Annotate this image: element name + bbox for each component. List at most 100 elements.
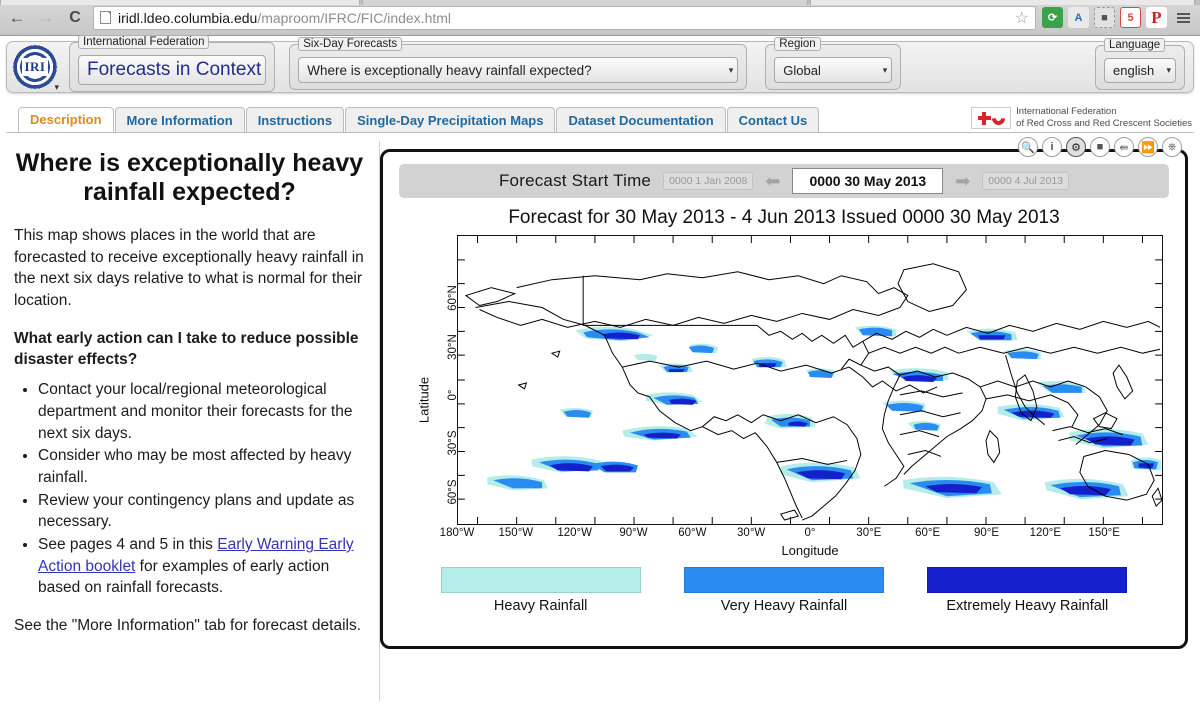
maproom-title[interactable]: Forecasts in Context bbox=[78, 55, 267, 85]
tab-single-day-precipitation-maps[interactable]: Single-Day Precipitation Maps bbox=[345, 107, 556, 132]
map-plot: Latitude 60°N 30°N 0° 30°S 60°S 180°W 15… bbox=[397, 235, 1171, 565]
forecast-start-time-control: Forecast Start Time 0000 1 Jan 2008 ⬅ 00… bbox=[399, 164, 1169, 198]
forecast-start-time-label: Forecast Start Time bbox=[498, 171, 652, 190]
reload-icon[interactable]: C bbox=[63, 6, 87, 30]
x-axis-tick-label: 120°W bbox=[557, 527, 592, 539]
ifrc-line-1: International Federation bbox=[1016, 106, 1117, 118]
browser-tabstrip bbox=[0, 0, 1200, 5]
tab-more-information[interactable]: More Information bbox=[114, 107, 245, 132]
language-select-value: english bbox=[1113, 62, 1155, 78]
ifrc-line-2: of Red Cross and Red Crescent Societies bbox=[1016, 118, 1192, 130]
settings-gear-icon[interactable]: ⚙ bbox=[1066, 137, 1086, 157]
address-bar[interactable]: iridl.ldeo.columbia.edu/maproom/IFRC/FIC… bbox=[93, 5, 1036, 30]
map-canvas[interactable] bbox=[457, 235, 1163, 525]
x-axis-tick-label: 0° bbox=[804, 527, 816, 539]
title-field-group: International Federation Forecasts in Co… bbox=[69, 35, 276, 92]
hamburger-menu-icon[interactable] bbox=[1172, 12, 1194, 23]
bookmark-star-icon[interactable]: ☆ bbox=[1015, 10, 1029, 27]
sync-extension-icon[interactable]: ⟳ bbox=[1042, 7, 1063, 28]
intro-paragraph: This map shows places in the world that … bbox=[14, 227, 364, 310]
list-item: Contact your local/regional meteorologic… bbox=[38, 379, 365, 444]
legend-label: Heavy Rainfall bbox=[493, 598, 588, 614]
language-legend: Language bbox=[1104, 37, 1166, 52]
time-range-max: 0000 4 Jul 2013 bbox=[982, 172, 1070, 190]
evernote-extension-icon[interactable]: ■ bbox=[1094, 7, 1115, 28]
chevron-down-icon: ▾ bbox=[1166, 64, 1171, 75]
iri-logo[interactable]: IRI bbox=[13, 45, 59, 93]
forecast-legend: Six-Day Forecasts bbox=[298, 37, 403, 51]
region-legend: Region bbox=[774, 37, 821, 51]
pinterest-extension-icon[interactable]: P bbox=[1146, 7, 1167, 28]
x-axis-tick-label: 90°E bbox=[973, 527, 1000, 539]
browser-tab[interactable] bbox=[0, 0, 360, 5]
time-range-min: 0000 1 Jan 2008 bbox=[663, 172, 754, 190]
red-crescent-icon bbox=[988, 108, 1008, 128]
browser-chrome: ← → C iridl.ldeo.columbia.edu/maproom/IF… bbox=[0, 0, 1200, 36]
legend-item: Heavy Rainfall bbox=[440, 567, 641, 614]
main-content: Where is exceptionally heavy rainfall ex… bbox=[0, 137, 1200, 701]
x-axis-tick-label: 60°W bbox=[678, 527, 707, 539]
legend-label: Very Heavy Rainfall bbox=[720, 598, 848, 614]
legend-swatch-heavy bbox=[440, 567, 641, 593]
ifrc-logo: International Federation of Red Cross an… bbox=[971, 106, 1192, 130]
early-action-list: Contact your local/regional meteorologic… bbox=[14, 379, 365, 599]
legend-item: Extremely Heavy Rainfall bbox=[927, 567, 1128, 614]
zoom-icon[interactable]: 🔍 bbox=[1018, 137, 1038, 157]
page-title: Where is exceptionally heavy rainfall ex… bbox=[15, 149, 364, 206]
x-axis-tick-label: 150°E bbox=[1088, 527, 1120, 539]
map-title: Forecast for 30 May 2013 - 4 Jun 2013 Is… bbox=[508, 207, 1060, 228]
back-arrow-icon[interactable]: ← bbox=[5, 6, 29, 30]
x-axis-label: Longitude bbox=[781, 543, 839, 558]
map-panel: Forecast Start Time 0000 1 Jan 2008 ⬅ 00… bbox=[380, 149, 1188, 649]
x-axis-tick-label: 90°W bbox=[619, 527, 648, 539]
y-axis-ticks: 60°N 30°N 0° 30°S 60°S bbox=[419, 235, 459, 525]
previous-time-arrow-icon[interactable]: ⬅ bbox=[765, 171, 780, 192]
legend-label: Extremely Heavy Rainfall bbox=[946, 598, 1109, 614]
map-toolbar: 🔍 i ⚙ ■ ⇚ ⏩ ⎈ bbox=[1018, 137, 1182, 157]
forecast-select-value: Where is exceptionally heavy rainfall ex… bbox=[307, 62, 592, 78]
tab-dataset-documentation[interactable]: Dataset Documentation bbox=[556, 107, 726, 132]
forecast-field-group: Six-Day Forecasts Where is exceptionally… bbox=[289, 37, 748, 90]
x-axis-tick-label: 150°W bbox=[498, 527, 534, 539]
browser-tab[interactable] bbox=[810, 0, 1195, 5]
power-icon[interactable]: ⎈ bbox=[1162, 137, 1182, 157]
next-time-arrow-icon[interactable]: ➡ bbox=[955, 171, 970, 192]
region-select[interactable]: Global ▾ bbox=[774, 57, 893, 83]
tab-instructions[interactable]: Instructions bbox=[245, 107, 345, 132]
translate-extension-icon[interactable]: A bbox=[1068, 7, 1089, 28]
tab-contact-us[interactable]: Contact Us bbox=[726, 107, 820, 132]
legend-swatch-extremely-heavy bbox=[927, 567, 1128, 593]
title-legend: International Federation bbox=[78, 35, 210, 49]
red-cross-icon bbox=[977, 111, 991, 125]
share-icon[interactable]: ⇚ bbox=[1114, 137, 1134, 157]
forward-arrow-icon: → bbox=[37, 8, 55, 27]
time-current-value[interactable]: 0000 30 May 2013 bbox=[792, 168, 944, 194]
calendar-extension-icon[interactable]: 5 bbox=[1120, 7, 1141, 28]
map-column: 🔍 i ⚙ ■ ⇚ ⏩ ⎈ Forecast Start Time 0000 1… bbox=[380, 137, 1200, 701]
bullet-text-before: See pages 4 and 5 in this bbox=[38, 535, 218, 553]
ifrc-logo-text: International Federation of Red Cross an… bbox=[1016, 106, 1192, 130]
x-axis-tick-label: 30°W bbox=[737, 527, 766, 539]
stop-square-icon[interactable]: ■ bbox=[1090, 137, 1110, 157]
app-banner: IRI International Federation Forecasts i… bbox=[6, 35, 1194, 93]
list-item: Review your contingency plans and update… bbox=[38, 490, 365, 533]
x-axis-tick-label: 30°E bbox=[856, 527, 882, 539]
legend-swatch-very-heavy bbox=[683, 567, 884, 593]
x-axis-tick-label: 180°W bbox=[439, 527, 475, 539]
info-icon[interactable]: i bbox=[1042, 137, 1062, 157]
early-action-heading: What early action can I take to reduce p… bbox=[14, 329, 359, 369]
red-cross-red-crescent-icon bbox=[971, 107, 1012, 130]
forecast-select[interactable]: Where is exceptionally heavy rainfall ex… bbox=[298, 57, 739, 83]
region-select-value: Global bbox=[783, 62, 821, 78]
browser-tab[interactable] bbox=[362, 0, 808, 5]
iri-logo-text: IRI bbox=[22, 58, 48, 76]
page-content: IRI International Federation Forecasts i… bbox=[0, 35, 1200, 711]
tab-description[interactable]: Description bbox=[18, 107, 114, 132]
x-axis-ticks: 180°W 150°W 120°W 90°W 60°W 30°W 0° 30°E 60°E 90°… bbox=[440, 527, 1163, 543]
world-map-svg bbox=[458, 236, 1162, 524]
download-icon[interactable]: ⏩ bbox=[1138, 137, 1158, 157]
footer-note: See the "More Information" tab for forec… bbox=[14, 617, 362, 634]
x-axis-tick-label: 60°E bbox=[915, 527, 941, 539]
language-select[interactable]: english ▾ bbox=[1104, 57, 1176, 83]
tab-bar: Description More Information Instruction… bbox=[6, 106, 1194, 133]
